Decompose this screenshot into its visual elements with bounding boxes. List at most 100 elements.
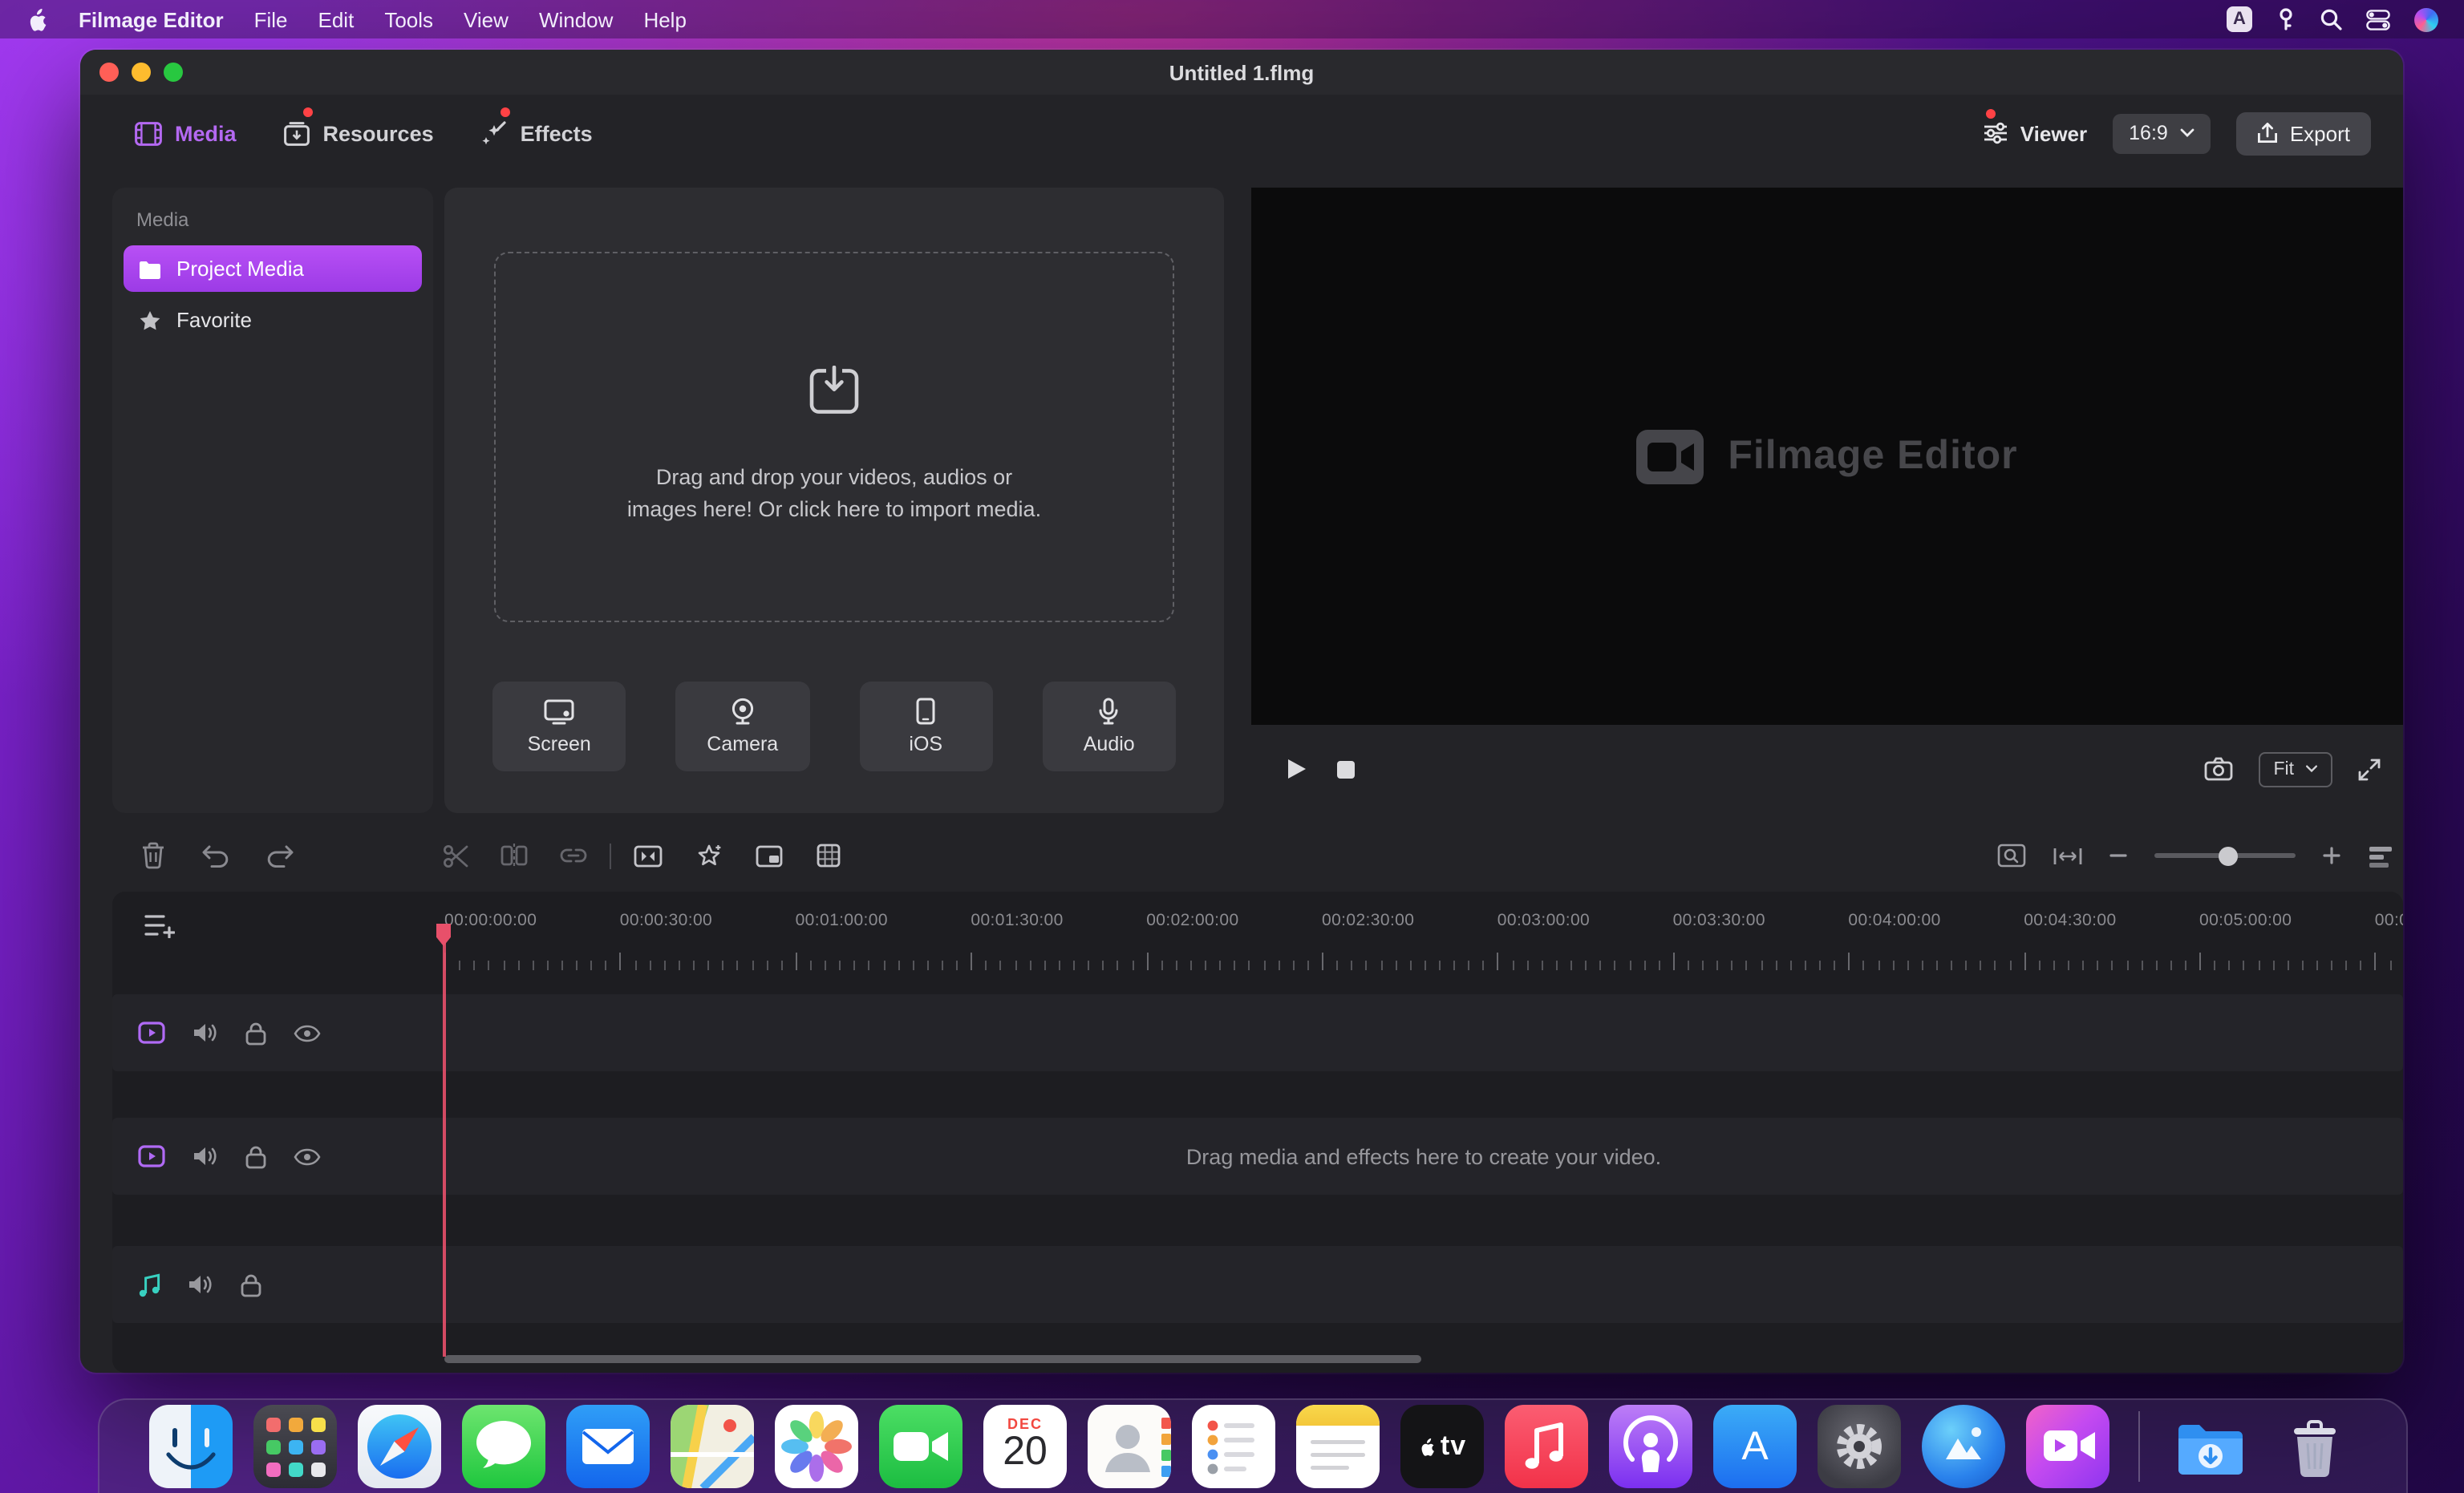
ruler-tick (722, 961, 723, 970)
fit-timeline-icon[interactable] (2053, 846, 2082, 865)
track-height-icon[interactable] (2368, 844, 2393, 867)
fit-mode-select[interactable]: Fit (2259, 751, 2332, 787)
ruler-tick (664, 961, 666, 970)
audio-track-row[interactable] (112, 1246, 2403, 1323)
dock-launchpad-icon[interactable] (253, 1405, 337, 1488)
menu-window[interactable]: Window (539, 7, 614, 31)
audio-capture-button[interactable]: Audio (1043, 682, 1177, 771)
timeline-zoom-slider[interactable] (2154, 853, 2296, 858)
dock-appstore-icon[interactable]: A (1713, 1405, 1797, 1488)
ios-capture-button[interactable]: iOS (859, 682, 993, 771)
timeline-ruler[interactable]: 00:00:00:00 00:00:30:00 00:01:00:00 00:0… (444, 901, 2403, 975)
tab-resources[interactable]: Resources (285, 120, 434, 146)
tab-media[interactable]: Media (135, 120, 237, 146)
play-button[interactable] (1287, 757, 1307, 781)
dock-contacts-icon[interactable] (1088, 1405, 1171, 1488)
zoom-button[interactable] (164, 63, 183, 82)
menu-view[interactable]: View (464, 7, 509, 31)
zoom-slider-handle[interactable] (2219, 846, 2238, 865)
menubar-app-name[interactable]: Filmage Editor (79, 7, 224, 31)
dock-maps-icon[interactable] (671, 1405, 754, 1488)
undo-icon[interactable] (202, 844, 229, 867)
dock-appletv-icon[interactable]: tv (1400, 1405, 1484, 1488)
sidebar-item-label: Favorite (176, 308, 252, 332)
video-track-row[interactable] (112, 994, 2403, 1071)
input-source-icon[interactable]: A (2227, 6, 2252, 32)
zoom-out-icon[interactable] (2109, 847, 2127, 864)
dock-notes-icon[interactable] (1296, 1405, 1380, 1488)
effects-icon (482, 120, 508, 146)
menu-edit[interactable]: Edit (318, 7, 355, 31)
dock-mail-icon[interactable] (566, 1405, 650, 1488)
stop-button[interactable] (1336, 759, 1356, 779)
ruler-tick (1044, 961, 1046, 970)
ruler-tick (1995, 961, 1996, 970)
minimize-button[interactable] (132, 63, 151, 82)
sidebar-item-project-media[interactable]: Project Media (124, 245, 422, 292)
lock-track-icon[interactable] (241, 1272, 261, 1297)
snapshot-camera-icon[interactable] (2204, 757, 2233, 781)
media-dropzone[interactable]: Drag and drop your videos, audios or ima… (494, 252, 1174, 622)
dock-finder-icon[interactable] (149, 1405, 233, 1488)
link-clip-icon[interactable] (560, 848, 587, 863)
ruler-tick (1542, 961, 1543, 970)
spotlight-icon[interactable] (2320, 8, 2342, 30)
ruler-tick (1029, 961, 1031, 970)
dock-safari-icon[interactable] (358, 1405, 441, 1488)
ruler-tick (649, 961, 650, 970)
zoom-to-frame-icon[interactable] (1997, 844, 2026, 868)
menu-tools[interactable]: Tools (384, 7, 433, 31)
zoom-in-icon[interactable] (2323, 847, 2340, 864)
mute-track-icon[interactable] (192, 1022, 218, 1044)
ruler-tick (1907, 961, 1908, 970)
dock-settings-icon[interactable] (1818, 1405, 1901, 1488)
timeline-scrollbar[interactable] (444, 1355, 1421, 1363)
dock-music-icon[interactable] (1505, 1405, 1588, 1488)
export-button[interactable]: Export (2237, 111, 2371, 155)
effects-star-icon[interactable] (696, 843, 722, 868)
aspect-ratio-select[interactable]: 16:9 (2113, 113, 2211, 153)
redo-icon[interactable] (266, 844, 294, 867)
menu-help[interactable]: Help (643, 7, 687, 31)
fullscreen-icon[interactable] (2358, 758, 2381, 780)
lock-track-icon[interactable] (245, 1144, 266, 1168)
pip-icon[interactable] (756, 844, 783, 867)
mosaic-icon[interactable] (817, 844, 841, 868)
delete-icon[interactable] (141, 842, 165, 869)
key-icon[interactable] (2276, 8, 2296, 30)
mute-track-icon[interactable] (188, 1273, 213, 1296)
dock-podcasts-icon[interactable] (1609, 1405, 1692, 1488)
ruler-tick (1468, 961, 1469, 970)
viewer-button[interactable]: Viewer (1984, 121, 2087, 145)
camera-capture-button[interactable]: Camera (676, 682, 810, 771)
dock-reminders-icon[interactable] (1192, 1405, 1275, 1488)
ruler-tick (2126, 961, 2128, 970)
cut-scissors-icon[interactable] (443, 843, 468, 868)
dock-calendar-icon[interactable]: DEC 20 (983, 1405, 1067, 1488)
control-center-icon[interactable] (2366, 9, 2390, 30)
apple-menu-icon[interactable] (26, 7, 48, 31)
menu-file[interactable]: File (254, 7, 288, 31)
siri-icon[interactable] (2414, 7, 2438, 31)
resources-icon (285, 121, 310, 145)
close-button[interactable] (99, 63, 119, 82)
dock-photos-icon[interactable] (775, 1405, 858, 1488)
dock-filmage-editor-icon[interactable] (2026, 1405, 2109, 1488)
sidebar-item-favorite[interactable]: Favorite (124, 297, 422, 343)
transition-icon[interactable] (634, 844, 663, 867)
dock-downloads-icon[interactable] (2169, 1405, 2252, 1488)
add-track-button[interactable] (144, 912, 175, 938)
hide-track-icon[interactable] (294, 1024, 321, 1042)
split-clip-icon[interactable] (500, 844, 528, 868)
mute-track-icon[interactable] (192, 1145, 218, 1167)
ruler-tick (2170, 961, 2172, 970)
dock-messages-icon[interactable] (462, 1405, 545, 1488)
tab-effects[interactable]: Effects (482, 120, 593, 146)
dock-filmage-screen-icon[interactable] (1922, 1405, 2005, 1488)
dock-trash-icon[interactable] (2273, 1405, 2357, 1488)
dock-facetime-icon[interactable] (879, 1405, 962, 1488)
hide-track-icon[interactable] (294, 1147, 321, 1165)
lock-track-icon[interactable] (245, 1021, 266, 1045)
ruler-label: 00:00:00:00 (444, 911, 537, 930)
screen-capture-button[interactable]: Screen (492, 682, 626, 771)
